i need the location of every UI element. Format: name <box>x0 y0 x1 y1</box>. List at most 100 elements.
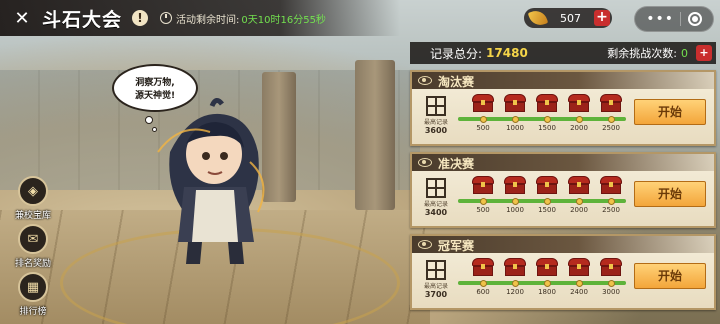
progress-node <box>511 116 519 123</box>
reward-chest[interactable]: 1800 <box>536 258 558 296</box>
reward-chest[interactable]: 1200 <box>504 258 526 296</box>
chest-icon <box>504 94 526 112</box>
reward-chest-row: 500 1000 1500 2000 2500 <box>472 94 632 144</box>
board-icon <box>426 178 446 198</box>
chest-icon <box>472 94 494 112</box>
board-icon <box>426 96 446 116</box>
record-total-value: 17480 <box>486 46 528 60</box>
remaining-attempts-label: 剩余挑战次数: <box>607 47 677 60</box>
reward-chest[interactable]: 2500 <box>600 94 622 132</box>
stage-panel: 准决赛 最高记录 3400 500 1000 1500 2000 2500 开始 <box>410 152 716 228</box>
back-arrow-icon[interactable]: ✕ <box>12 8 32 29</box>
progress-node <box>479 280 487 287</box>
stage-header: 准决赛 <box>412 154 714 171</box>
gold-leaf-icon <box>527 7 549 29</box>
best-score-value: 3700 <box>424 290 448 299</box>
reward-chest[interactable]: 500 <box>472 176 494 214</box>
reward-chest[interactable]: 3000 <box>600 258 622 296</box>
reward-chest[interactable]: 1500 <box>536 94 558 132</box>
chest-icon <box>600 176 622 194</box>
chest-icon <box>536 94 558 112</box>
treasure-icon: ◈ <box>18 176 48 206</box>
progress-node <box>543 198 551 205</box>
chest-icon <box>504 176 526 194</box>
progress-node <box>543 116 551 123</box>
eye-icon <box>418 76 432 85</box>
progress-node <box>511 198 519 205</box>
reward-chest[interactable]: 1500 <box>536 176 558 214</box>
reward-chest[interactable]: 2400 <box>568 258 590 296</box>
leaderboard-icon: ▦ <box>18 272 48 302</box>
reward-icon: ✉ <box>18 224 48 254</box>
best-score-value: 3400 <box>424 208 448 217</box>
record-total-label: 记录总分: <box>430 46 483 61</box>
chest-icon <box>568 94 590 112</box>
reward-chest[interactable]: 1000 <box>504 176 526 214</box>
chest-icon <box>536 258 558 276</box>
side-menu-button[interactable]: ◈ 兼校宝库 <box>8 176 58 221</box>
best-score-label: 最高记录 <box>423 283 448 290</box>
progress-node <box>479 116 487 123</box>
reward-threshold: 600 <box>476 288 490 296</box>
board-icon <box>426 260 446 280</box>
start-button[interactable]: 开始 <box>634 181 706 207</box>
reward-threshold: 2000 <box>570 206 588 214</box>
character-illustration <box>157 98 265 264</box>
progress-node <box>607 116 615 123</box>
reward-threshold: 1500 <box>538 206 556 214</box>
stage-header: 冠军赛 <box>412 236 714 253</box>
stage-panel: 冠军赛 最高记录 3700 600 1200 1800 2400 3000 开始 <box>410 234 716 310</box>
reward-chest[interactable]: 2500 <box>600 176 622 214</box>
info-icon[interactable]: ! <box>132 10 149 26</box>
stage-title: 淘汰赛 <box>438 75 475 89</box>
clock-icon <box>160 12 173 24</box>
reward-threshold: 1200 <box>506 288 524 296</box>
reward-threshold: 500 <box>476 206 490 214</box>
timer-value: 0天10时16分55秒 <box>241 14 326 26</box>
chest-icon <box>504 258 526 276</box>
reward-threshold: 2500 <box>602 206 620 214</box>
capsule-divider <box>680 12 682 26</box>
chest-icon <box>600 258 622 276</box>
event-timer: 活动剩余时间: 0天10时16分55秒 <box>160 11 326 26</box>
chest-icon <box>568 258 590 276</box>
chest-icon <box>536 176 558 194</box>
more-dots-icon[interactable]: ••• <box>646 11 674 27</box>
side-menu-label: 排名奖励 <box>14 259 51 269</box>
reward-chest[interactable]: 600 <box>472 258 494 296</box>
reward-threshold: 1800 <box>538 288 556 296</box>
reward-threshold: 2400 <box>570 288 588 296</box>
chest-icon <box>568 176 590 194</box>
chest-icon <box>472 258 494 276</box>
start-button[interactable]: 开始 <box>634 263 706 289</box>
stage-panel: 淘汰赛 最高记录 3600 500 1000 1500 2000 2500 开始 <box>410 70 716 146</box>
add-attempts-button[interactable]: + <box>696 45 712 61</box>
best-score-label: 最高记录 <box>423 201 448 208</box>
reward-chest[interactable]: 500 <box>472 94 494 132</box>
side-menu-button[interactable]: ▦ 排行榜 <box>8 272 58 317</box>
reward-chest[interactable]: 2000 <box>568 176 590 214</box>
stage-header: 淘汰赛 <box>412 72 714 89</box>
progress-node <box>543 280 551 287</box>
add-currency-button[interactable]: + <box>594 10 610 26</box>
side-menu-label: 排行榜 <box>19 307 47 317</box>
record-bar: 记录总分: 17480 剩余挑战次数: 0 + <box>410 42 716 64</box>
chest-icon <box>600 94 622 112</box>
start-button[interactable]: 开始 <box>634 99 706 125</box>
side-menu-button[interactable]: ✉ 排名奖励 <box>8 224 58 269</box>
stage-title: 冠军赛 <box>438 239 475 253</box>
progress-node <box>575 280 583 287</box>
best-score-label: 最高记录 <box>423 119 448 126</box>
reward-threshold: 1500 <box>538 124 556 132</box>
currency-value: 507 <box>560 11 581 25</box>
speech-line-1: 洞察万物, <box>135 78 175 88</box>
target-icon[interactable] <box>687 12 702 26</box>
reward-threshold: 1000 <box>506 124 524 132</box>
reward-threshold: 500 <box>476 124 490 132</box>
best-score: 最高记录 3700 <box>422 260 450 300</box>
best-score: 最高记录 3600 <box>422 96 450 136</box>
reward-chest-row: 500 1000 1500 2000 2500 <box>472 176 632 226</box>
progress-node <box>607 198 615 205</box>
reward-chest[interactable]: 2000 <box>568 94 590 132</box>
reward-chest[interactable]: 1000 <box>504 94 526 132</box>
